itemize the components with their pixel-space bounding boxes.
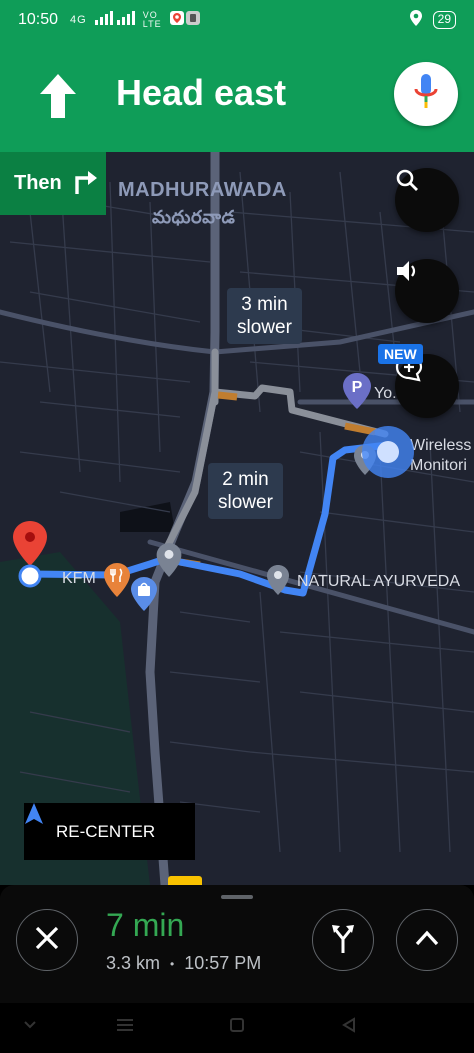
alternate-routes-button[interactable]	[312, 909, 374, 971]
alt-route-callout[interactable]: 2 min slower	[208, 463, 283, 519]
close-icon	[34, 925, 60, 956]
menu-icon[interactable]	[116, 1017, 134, 1038]
eta-duration: 7 min	[106, 907, 185, 943]
straight-arrow-icon	[40, 74, 76, 123]
then-label: Then	[14, 172, 62, 194]
poi-label-wireless-line: Monitori	[410, 457, 467, 474]
poi-label-ayurveda: NATURAL AYURVEDA	[297, 573, 461, 590]
sound-button[interactable]	[395, 259, 459, 323]
microphone-icon	[414, 73, 438, 115]
poi-label-wireless: Wireless Monitori	[410, 436, 471, 476]
turn-instruction: Head east	[116, 72, 287, 113]
network-type: 4G	[70, 14, 87, 26]
lane-indicator	[168, 876, 202, 885]
next-step-box[interactable]: Then	[0, 152, 106, 215]
chevron-down-icon[interactable]	[22, 1017, 38, 1038]
sheet-handle[interactable]	[221, 895, 253, 899]
arrival-time: 10:57 PM	[184, 953, 262, 973]
maps-app-icon	[169, 10, 185, 30]
search-button[interactable]	[395, 168, 459, 232]
poi-label-kfm: KFM	[62, 570, 96, 587]
new-badge: NEW	[378, 344, 423, 364]
recenter-label: RE-CENTER	[56, 821, 156, 841]
home-icon[interactable]	[229, 1017, 245, 1038]
expand-sheet-button[interactable]	[396, 909, 458, 971]
area-label-telugu: మధురవాడ	[152, 207, 236, 227]
status-time: 10:50	[18, 11, 59, 28]
eta-details: 3.3 km • 10:57 PM	[106, 953, 261, 974]
exit-navigation-button[interactable]	[16, 909, 78, 971]
notification-icon	[185, 10, 201, 30]
system-navigation-bar	[0, 1003, 474, 1053]
back-icon[interactable]	[341, 1017, 357, 1038]
volte-badge: VO LTE	[142, 10, 162, 29]
voice-search-button[interactable]	[394, 62, 458, 126]
alt-route-delta: slower	[237, 317, 292, 338]
area-label: MADHURAWADA	[118, 179, 287, 201]
status-bar: 10:50 4G VO LTE 29	[0, 0, 474, 40]
separator: •	[170, 956, 175, 971]
turn-right-icon	[72, 168, 98, 199]
alt-route-time: 2 min	[222, 469, 269, 490]
alt-route-time: 3 min	[241, 294, 288, 315]
route-fork-icon	[330, 923, 356, 958]
battery-indicator: 29	[432, 11, 456, 29]
recenter-button[interactable]: RE-CENTER	[24, 803, 195, 860]
chevron-up-icon	[414, 929, 440, 952]
map-view[interactable]: MADHURAWADA మధురవాడ 3 min slower 2 min s…	[0, 152, 474, 885]
poi-label-wireless-line: Wireless	[410, 437, 472, 454]
location-icon	[409, 9, 423, 31]
alt-route-callout[interactable]: 3 min slower	[227, 288, 302, 344]
trip-summary-sheet[interactable]: 7 min 3.3 km • 10:57 PM	[0, 885, 474, 1003]
navigation-header[interactable]: Head east	[0, 40, 474, 152]
alt-route-delta: slower	[218, 492, 273, 513]
trip-distance: 3.3 km	[106, 953, 161, 973]
signal-icon	[94, 11, 135, 29]
svg-text:P: P	[352, 379, 363, 396]
